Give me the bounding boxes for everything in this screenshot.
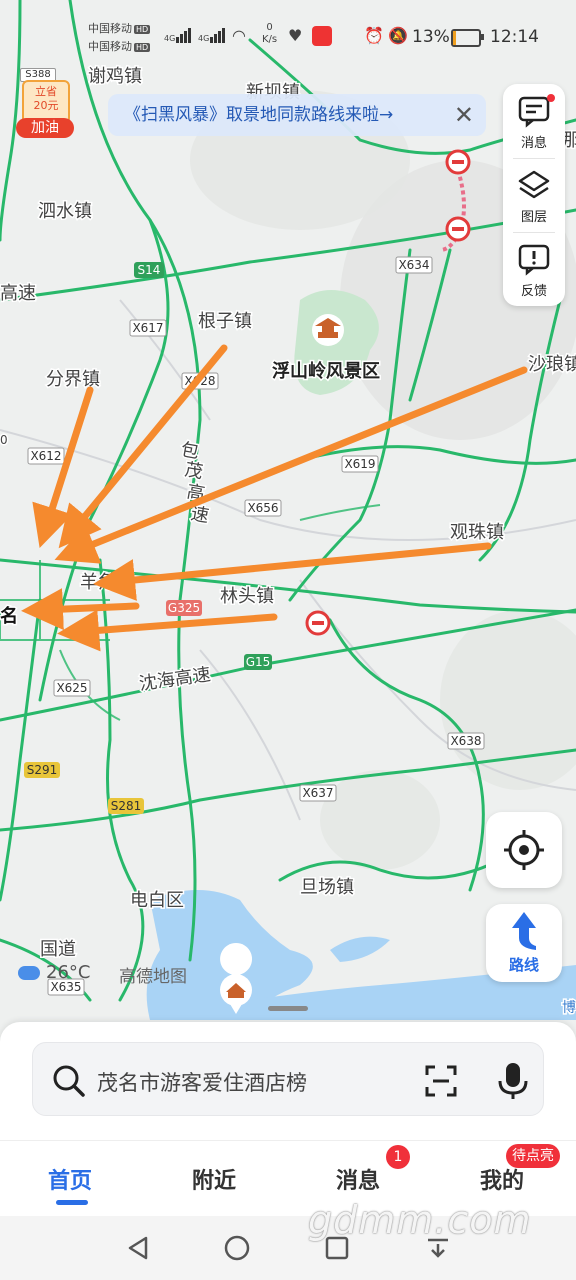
svg-text:X638: X638 xyxy=(450,734,481,748)
road-shield-g325: G325 xyxy=(166,600,202,616)
city-label: 名 xyxy=(0,605,18,627)
active-tab-indicator xyxy=(56,1200,88,1205)
scan-icon[interactable] xyxy=(423,1063,459,1099)
highway-label: 高速 xyxy=(0,283,36,304)
road-shield-s291: S291 xyxy=(24,762,60,778)
district-label: 电白区 xyxy=(130,890,184,911)
signal-icon: 4G xyxy=(198,28,226,43)
messages-badge: 1 xyxy=(386,1145,410,1169)
highway-label: 国道 xyxy=(40,939,76,960)
svg-text:X617: X617 xyxy=(132,321,163,335)
search-box[interactable]: 茂名市游客爱住酒店榜 xyxy=(32,1042,544,1116)
route-arrow-icon xyxy=(512,912,536,950)
close-icon[interactable]: ✕ xyxy=(454,94,474,136)
edge-label: 博 xyxy=(562,999,576,1016)
svg-text:X634: X634 xyxy=(398,258,429,272)
town-label: 林头镇 xyxy=(220,586,274,607)
promo-banner[interactable]: 《扫黑风暴》取景地同款路线来啦→ ✕ xyxy=(108,94,486,136)
battery-icon xyxy=(451,29,484,47)
microphone-icon[interactable] xyxy=(495,1061,531,1101)
scenic-poi-icon[interactable] xyxy=(312,314,344,346)
tab-messages[interactable]: 消息 xyxy=(336,1163,380,1195)
svg-text:S14: S14 xyxy=(138,263,161,277)
watermark: gdmm.com xyxy=(308,1198,532,1242)
search-icon xyxy=(53,1065,85,1097)
scenic-label: 浮山岭风景区 xyxy=(272,360,380,382)
locate-button[interactable] xyxy=(486,812,562,888)
promo-banner-text: 《扫黑风暴》取景地同款路线来啦→ xyxy=(124,105,394,125)
road-shield-x619: X619 xyxy=(341,455,379,473)
traffic-control-icon[interactable] xyxy=(445,149,471,175)
svg-text:S291: S291 xyxy=(27,763,58,777)
back-icon[interactable] xyxy=(124,1234,152,1262)
svg-text:X625: X625 xyxy=(56,681,87,695)
town-label: 观珠镇 xyxy=(450,522,504,543)
road-shield-g15: G15 xyxy=(244,654,272,670)
network-speed: 0 K/s xyxy=(262,22,278,45)
svg-text:茂: 茂 xyxy=(183,459,204,483)
road-shield-x637: X637 xyxy=(299,784,337,802)
mute-icon: 🔕 xyxy=(388,26,408,45)
town-label: 分界镇 xyxy=(46,369,100,390)
fuel-coupon[interactable]: S388 立省 20元 加油 xyxy=(16,68,76,138)
tab-nearby[interactable]: 附近 xyxy=(192,1163,236,1195)
road-shield-x617: X617 xyxy=(129,319,167,337)
road-shield-s281: S281 xyxy=(108,798,144,814)
road-shield-s14: S14 xyxy=(134,262,164,278)
layers-button[interactable]: 图层 xyxy=(503,158,565,232)
town-label: 旦场镇 xyxy=(300,877,354,898)
traffic-control-icon[interactable] xyxy=(305,610,331,636)
profile-badge: 待点亮 xyxy=(506,1144,560,1168)
svg-text:X612: X612 xyxy=(30,449,61,463)
map-logo: 高德地图 xyxy=(119,967,187,987)
layers-icon xyxy=(518,170,550,199)
route-button[interactable]: 路线 xyxy=(486,904,562,982)
svg-text:G325: G325 xyxy=(168,601,200,615)
signal-icon: 4G xyxy=(164,28,192,43)
search-placeholder: 茂名市游客爱住酒店榜 xyxy=(97,1071,307,1095)
mic-recording-icon xyxy=(312,26,332,46)
edge-label: 0 xyxy=(0,433,8,447)
message-icon xyxy=(518,96,550,128)
sheet-handle[interactable] xyxy=(268,1006,308,1011)
town-label: 根子镇 xyxy=(198,311,252,332)
feedback-button[interactable]: 反馈 xyxy=(503,232,565,306)
battery-percent: 13% xyxy=(412,27,450,47)
alarm-icon: ⏰ xyxy=(364,26,384,45)
home-icon[interactable] xyxy=(223,1234,251,1262)
road-shield-x638: X638 xyxy=(447,732,485,750)
status-bar: 中国移动 HD 中国移动 HD 4G 4G ◠ 0 K/s ♥ ⏰ 🔕 13% 12:… xyxy=(88,22,539,53)
svg-text:S281: S281 xyxy=(111,799,142,813)
cloud-icon xyxy=(18,966,40,980)
road-shield-x612: X612 xyxy=(27,447,65,465)
clock: 12:14 xyxy=(490,27,539,47)
svg-text:G15: G15 xyxy=(246,655,271,669)
health-icon: ♥ xyxy=(288,26,303,45)
weather: 26°C xyxy=(18,962,90,983)
road-shield-x634: X634 xyxy=(395,256,433,274)
road-shield-x625: X625 xyxy=(53,679,91,697)
message-button[interactable]: 消息 xyxy=(503,84,565,158)
notification-dot xyxy=(547,94,555,102)
carrier-name: 中国移动 xyxy=(88,22,132,35)
wifi-icon: ◠ xyxy=(232,26,246,45)
town-label: 沙琅镇 xyxy=(528,354,576,375)
traffic-control-icon[interactable] xyxy=(445,216,471,242)
map-tools-panel: 消息 图层 反馈 xyxy=(503,84,565,306)
tab-home[interactable]: 首页 xyxy=(48,1163,92,1195)
road-shield-x656: X656 xyxy=(244,499,282,517)
town-label: 泗水镇 xyxy=(38,201,92,222)
crosshair-icon xyxy=(504,830,544,870)
carrier-name: 中国移动 xyxy=(88,40,132,53)
feedback-icon xyxy=(518,244,550,276)
svg-text:X619: X619 xyxy=(344,457,375,471)
svg-text:X637: X637 xyxy=(302,786,333,800)
svg-text:X656: X656 xyxy=(247,501,278,515)
